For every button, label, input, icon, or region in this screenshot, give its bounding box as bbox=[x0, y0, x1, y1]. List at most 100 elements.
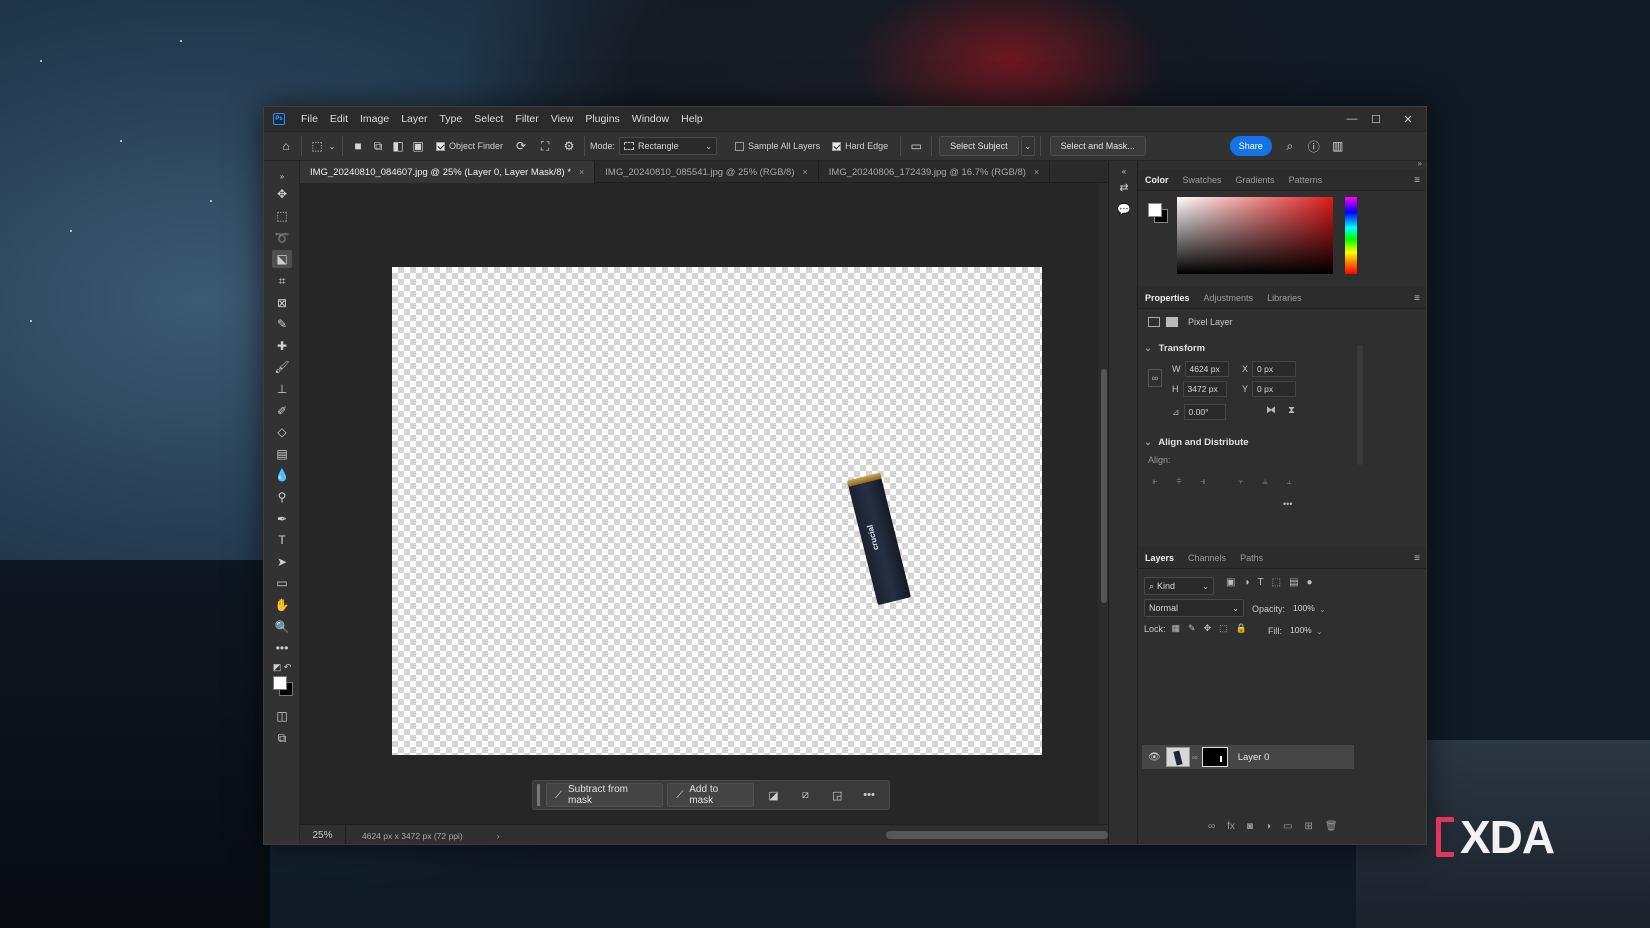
layer-row[interactable]: 👁 ∞ Layer 0 bbox=[1142, 745, 1354, 769]
tab-document-2[interactable]: IMG_20240810_085541.jpg @ 25% (RGB/8) × bbox=[595, 161, 819, 183]
horizontal-scrollbar-thumb[interactable] bbox=[886, 831, 1108, 839]
subtract-from-mask-button[interactable]: ⟋ Subtract from mask bbox=[545, 783, 664, 807]
invert-mask-icon[interactable]: ◪ bbox=[758, 783, 790, 807]
tab-color[interactable]: Color bbox=[1138, 169, 1176, 191]
marquee-tool-icon[interactable]: ⬚ bbox=[272, 207, 292, 225]
menu-window[interactable]: Window bbox=[626, 107, 675, 131]
filter-toggle-icon[interactable]: ● bbox=[1307, 577, 1313, 588]
collapse-right-panels-icon[interactable]: » bbox=[1418, 159, 1422, 168]
add-mask-icon[interactable]: ◙ bbox=[1247, 821, 1253, 832]
layer-filter-kind[interactable]: ⌕ Kind ⌄ bbox=[1144, 577, 1214, 595]
delete-layer-icon[interactable]: 🗑 bbox=[1325, 821, 1338, 832]
tab-patterns[interactable]: Patterns bbox=[1282, 169, 1330, 191]
more-options-icon[interactable]: ••• bbox=[1283, 499, 1292, 509]
sample-all-layers-checkbox[interactable] bbox=[735, 141, 745, 151]
opacity-field[interactable]: 100% bbox=[1289, 601, 1319, 617]
filter-adjustment-icon[interactable]: ◑ bbox=[1243, 577, 1249, 588]
blur-tool-icon[interactable]: 💧 bbox=[272, 466, 292, 484]
chevron-down-icon[interactable]: ⌄ bbox=[1319, 605, 1326, 614]
tab-adjustments[interactable]: Adjustments bbox=[1197, 287, 1261, 309]
filter-shape-icon[interactable]: ⬚ bbox=[1272, 577, 1281, 588]
tab-layers[interactable]: Layers bbox=[1138, 547, 1181, 569]
link-icon[interactable]: ∞ bbox=[1148, 369, 1162, 387]
horizontal-scrollbar[interactable] bbox=[490, 825, 1108, 844]
vertical-scrollbar[interactable] bbox=[1100, 183, 1108, 824]
chevron-down-icon[interactable]: ⌄ bbox=[1316, 627, 1323, 636]
layer-name[interactable]: Layer 0 bbox=[1238, 752, 1270, 763]
width-field[interactable]: 4624 px bbox=[1184, 361, 1229, 377]
clone-stamp-tool-icon[interactable]: ⊥ bbox=[272, 380, 292, 398]
foreground-color-swatch[interactable] bbox=[273, 676, 287, 690]
move-tool-icon[interactable]: ✥ bbox=[272, 185, 292, 203]
more-options-icon[interactable]: ••• bbox=[853, 783, 885, 807]
color-picker-field[interactable] bbox=[1177, 197, 1333, 274]
drag-handle[interactable] bbox=[537, 784, 540, 806]
filter-type-icon[interactable]: T bbox=[1258, 577, 1264, 588]
frame-tool-icon[interactable]: ⊠ bbox=[272, 294, 292, 312]
hue-slider[interactable] bbox=[1345, 197, 1357, 274]
path-selection-tool-icon[interactable]: ➤ bbox=[272, 553, 292, 571]
filter-pixel-icon[interactable]: ▣ bbox=[1226, 577, 1235, 588]
menu-select[interactable]: Select bbox=[468, 107, 509, 131]
healing-brush-tool-icon[interactable]: ✚ bbox=[272, 337, 292, 355]
crop-tool-icon[interactable]: ⌗ bbox=[272, 272, 292, 290]
more-tools-icon[interactable]: ••• bbox=[272, 639, 292, 657]
lock-all-icon[interactable]: 🔒 bbox=[1236, 623, 1247, 634]
y-field[interactable]: 0 px bbox=[1252, 381, 1297, 397]
menu-filter[interactable]: Filter bbox=[509, 107, 544, 131]
menu-type[interactable]: Type bbox=[433, 107, 468, 131]
gradient-tool-icon[interactable]: ▤ bbox=[272, 445, 292, 463]
panel-menu-icon[interactable]: ≡ bbox=[1414, 175, 1420, 186]
subtract-selection-icon[interactable]: ◧ bbox=[388, 136, 408, 156]
hard-edge-checkbox[interactable] bbox=[832, 141, 842, 151]
tool-preset-icon[interactable]: ⬚ bbox=[307, 136, 327, 156]
tab-paths[interactable]: Paths bbox=[1233, 547, 1270, 569]
fx-icon[interactable]: fx bbox=[1227, 821, 1235, 832]
foreground-color-swatch[interactable] bbox=[1148, 203, 1162, 217]
object-finder-toggle[interactable]: Object Finder bbox=[436, 135, 503, 157]
document-workspace[interactable]: crucial ⟋ Subtract from mask ⟋ Add to ma… bbox=[300, 183, 1098, 824]
pen-tool-icon[interactable]: ✒ bbox=[272, 510, 292, 528]
align-section-header[interactable]: ⌄ Align and Distribute bbox=[1144, 437, 1249, 448]
align-center-vertical-icon[interactable]: ⫨ bbox=[1258, 475, 1272, 487]
height-field[interactable]: 3472 px bbox=[1182, 381, 1227, 397]
new-group-icon[interactable]: ▭ bbox=[1283, 821, 1292, 832]
object-selection-tool-icon[interactable]: ⬕ bbox=[272, 250, 292, 268]
adjustment-layer-icon[interactable]: ◑ bbox=[1265, 821, 1271, 832]
select-and-mask-button[interactable]: Select and Mask... bbox=[1049, 136, 1146, 156]
eraser-tool-icon[interactable]: ◇ bbox=[272, 423, 292, 441]
new-selection-icon[interactable]: ■ bbox=[348, 136, 368, 156]
history-brush-tool-icon[interactable]: ✐ bbox=[272, 402, 292, 420]
transform-section-header[interactable]: ⌄ Transform bbox=[1144, 343, 1205, 354]
dodge-tool-icon[interactable]: ⚲ bbox=[272, 488, 292, 506]
select-subject-button[interactable]: Select Subject bbox=[939, 136, 1019, 156]
vertical-scrollbar-thumb[interactable] bbox=[1101, 369, 1107, 603]
tab-gradients[interactable]: Gradients bbox=[1229, 169, 1282, 191]
align-right-icon[interactable]: ⫣ bbox=[1196, 475, 1210, 487]
maximize-icon[interactable]: ☐ bbox=[1364, 107, 1388, 131]
menu-help[interactable]: Help bbox=[675, 107, 709, 131]
close-tab-icon[interactable]: × bbox=[579, 167, 584, 177]
menu-image[interactable]: Image bbox=[354, 107, 395, 131]
mask-settings-icon[interactable]: ◲ bbox=[821, 783, 853, 807]
add-selection-icon[interactable]: ⧉ bbox=[368, 136, 388, 156]
blend-mode-select[interactable]: Normal ⌄ bbox=[1144, 599, 1244, 617]
gear-icon[interactable]: ⚙ bbox=[559, 136, 579, 156]
link-layers-icon[interactable]: ∞ bbox=[1208, 821, 1215, 832]
workspace-icon[interactable]: ▥ bbox=[1328, 136, 1348, 156]
flip-vertical-icon[interactable]: ⧗ bbox=[1288, 405, 1295, 416]
share-button[interactable]: Share bbox=[1229, 136, 1272, 156]
close-tab-icon[interactable]: × bbox=[803, 167, 808, 177]
tab-channels[interactable]: Channels bbox=[1181, 547, 1233, 569]
visibility-eye-icon[interactable]: 👁 bbox=[1148, 752, 1161, 763]
help-icon[interactable]: ⓘ bbox=[1304, 136, 1324, 156]
x-field[interactable]: 0 px bbox=[1252, 361, 1297, 377]
panel-menu-icon[interactable]: ≡ bbox=[1414, 553, 1420, 564]
default-colors-icon[interactable]: ◩ ↶ bbox=[272, 658, 292, 676]
sample-all-layers-toggle[interactable]: Sample All Layers bbox=[735, 135, 820, 157]
intersect-selection-icon[interactable]: ▣ bbox=[408, 136, 428, 156]
menu-view[interactable]: View bbox=[545, 107, 580, 131]
fill-field[interactable]: 100% bbox=[1286, 623, 1316, 639]
filter-smart-object-icon[interactable]: ▤ bbox=[1289, 577, 1298, 588]
disable-mask-icon[interactable]: ⧄ bbox=[789, 783, 821, 807]
